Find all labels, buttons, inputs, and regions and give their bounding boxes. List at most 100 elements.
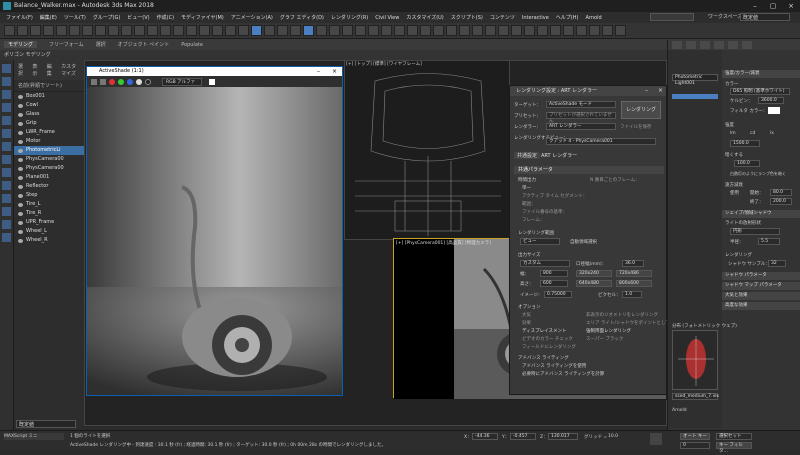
scene-tab-display[interactable]: 表示 xyxy=(32,63,38,77)
shadow-map-section[interactable]: シャドウ マップ パラメータ xyxy=(722,282,800,290)
scene-item[interactable]: Reflector xyxy=(14,182,84,191)
visibility-eye-icon[interactable] xyxy=(18,202,23,207)
visibility-eye-icon[interactable] xyxy=(18,130,23,135)
scene-item[interactable]: Glass xyxy=(14,110,84,119)
toolbar-tool-icon[interactable] xyxy=(589,25,600,36)
kelvin-field[interactable]: 3600.0 xyxy=(758,97,784,104)
intensity-field[interactable]: 1500.0 xyxy=(730,140,760,147)
left-tool-icon[interactable] xyxy=(2,220,11,229)
menu-item-0[interactable]: ファイル(F) xyxy=(6,14,33,21)
command-panel-tab-icon[interactable] xyxy=(672,41,682,49)
layer-select[interactable]: 既定値 xyxy=(16,420,76,428)
target-select[interactable]: ActiveShade モード xyxy=(546,101,616,108)
menu-item-16[interactable]: Arnold xyxy=(585,15,601,21)
ribbon-tab-selection[interactable]: 選択 xyxy=(96,41,106,48)
left-tool-icon[interactable] xyxy=(2,129,11,138)
render-dialog-close[interactable]: × xyxy=(658,86,663,96)
left-tool-icon[interactable] xyxy=(2,155,11,164)
menu-item-4[interactable]: ビュー(V) xyxy=(127,14,149,21)
left-tool-icon[interactable] xyxy=(2,207,11,216)
preset-640x480[interactable]: 640x480 xyxy=(576,280,612,287)
render-option-checkbox[interactable]: ビデオのカラー チェック xyxy=(522,336,573,342)
render-dialog-minimize[interactable]: – xyxy=(645,86,648,96)
scene-item[interactable]: LWR_Frame xyxy=(14,128,84,137)
scene-tab-customize[interactable]: カスタマイズ xyxy=(61,63,80,77)
active-segment-radio[interactable]: アクティブ タイム セグメント： xyxy=(522,193,587,199)
range-radio[interactable]: 範囲： xyxy=(522,201,536,207)
far-atten-use-checkbox[interactable]: 使用 xyxy=(730,190,739,196)
key-filters-button[interactable]: キー フィルタ… xyxy=(716,442,752,454)
scene-item[interactable]: Box001 xyxy=(14,92,84,101)
menu-item-7[interactable]: アニメーション(A) xyxy=(231,14,273,21)
toolbar-tool-icon[interactable] xyxy=(576,25,587,36)
shadow-sample-field[interactable]: 32 xyxy=(768,260,786,267)
left-tool-icon[interactable] xyxy=(2,116,11,125)
toolbar-tool-icon[interactable] xyxy=(498,25,509,36)
scene-item[interactable]: PhotometricLi xyxy=(14,146,84,155)
ribbon-tab-populate[interactable]: Populate xyxy=(181,42,203,48)
selection-set-select[interactable]: 選択セット xyxy=(716,433,752,440)
toolbar-tool-icon[interactable] xyxy=(173,25,184,36)
visibility-eye-icon[interactable] xyxy=(18,229,23,234)
toolbar-tool-icon[interactable] xyxy=(485,25,496,36)
visibility-eye-icon[interactable] xyxy=(18,238,23,243)
channel-select[interactable]: RGB アルファ xyxy=(162,77,202,86)
ribbon-tab-modeling[interactable]: モデリング xyxy=(4,41,38,48)
toolbar-tool-icon[interactable] xyxy=(381,25,392,36)
width-field[interactable]: 800 xyxy=(540,270,568,277)
left-tool-icon[interactable] xyxy=(2,181,11,190)
visibility-eye-icon[interactable] xyxy=(18,121,23,126)
scene-item[interactable]: PhysCamera00 xyxy=(14,164,84,173)
lm-radio[interactable]: lm xyxy=(730,131,736,136)
renderer-select[interactable]: ART レンダラー xyxy=(546,123,616,130)
left-tool-icon[interactable] xyxy=(2,64,11,73)
visibility-eye-icon[interactable] xyxy=(18,103,23,108)
toolbar-tool-icon[interactable] xyxy=(342,25,353,36)
command-panel-tab-icon[interactable] xyxy=(742,41,752,49)
toolbar-tool-icon[interactable] xyxy=(56,25,67,36)
shape-shadow-section[interactable]: シェイプ/領域シャドウ xyxy=(722,210,800,218)
toolbar-tool-icon[interactable] xyxy=(394,25,405,36)
lx-radio[interactable]: lx xyxy=(770,131,774,136)
render-area-select[interactable]: ビュー xyxy=(520,238,560,245)
common-params-section[interactable]: 共通パラメータ xyxy=(514,166,664,174)
save-image-icon[interactable] xyxy=(91,78,97,85)
toolbar-tool-icon[interactable] xyxy=(446,25,457,36)
tab-common[interactable]: 共通設定 xyxy=(514,152,541,159)
render-option-checkbox[interactable]: 非表示のジオメトリをレンダリング xyxy=(586,312,658,318)
visibility-eye-icon[interactable] xyxy=(18,139,23,144)
maxscript-listener[interactable]: MAXScript ミニ xyxy=(4,433,64,440)
visibility-eye-icon[interactable] xyxy=(18,148,23,153)
far-start-field[interactable]: 80.0 xyxy=(770,189,792,196)
toolbar-tool-icon[interactable] xyxy=(147,25,158,36)
minimize-button[interactable]: – xyxy=(746,0,764,12)
scene-item[interactable]: Cowl xyxy=(14,101,84,110)
activeshade-minimize[interactable]: – xyxy=(317,67,320,76)
render-option-checkbox[interactable]: ディスプレイスメント xyxy=(522,328,567,334)
toolbar-tool-icon[interactable] xyxy=(290,25,301,36)
filter-color-swatch[interactable] xyxy=(768,107,780,114)
scene-item[interactable]: Plane001 xyxy=(14,173,84,182)
menu-item-8[interactable]: グラフ エディタ(D) xyxy=(280,14,324,21)
toolbar-tool-icon[interactable] xyxy=(95,25,106,36)
scene-item[interactable]: Motor xyxy=(14,137,84,146)
scene-item[interactable]: PhysCamera00 xyxy=(14,155,84,164)
scene-list-header[interactable]: 名前(昇順でソート) xyxy=(14,80,84,92)
color-swatch[interactable] xyxy=(209,78,215,85)
toolbar-tool-icon[interactable] xyxy=(43,25,54,36)
visibility-eye-icon[interactable] xyxy=(18,157,23,162)
toolbar-tool-icon[interactable] xyxy=(563,25,574,36)
preset-select[interactable]: プリセットが選択されていません xyxy=(546,112,616,124)
color-preset-select[interactable]: D65 照明 (基準ホワイト) xyxy=(730,88,790,95)
render-option-checkbox[interactable]: フィールドにレンダリング xyxy=(522,344,576,350)
left-tool-icon[interactable] xyxy=(2,77,11,86)
toolbar-tool-icon[interactable] xyxy=(4,25,15,36)
tab-art-renderer[interactable]: ART レンダラー xyxy=(538,152,580,159)
menu-item-11[interactable]: カスタマイズ(U) xyxy=(406,14,443,21)
toolbar-tool-icon[interactable] xyxy=(524,25,535,36)
emit-shape-select[interactable]: 円形 xyxy=(730,228,780,235)
toolbar-tool-icon[interactable] xyxy=(108,25,119,36)
toolbar-tool-icon[interactable] xyxy=(615,25,626,36)
workspace-select[interactable]: 既定値 xyxy=(740,13,790,21)
toolbar-tool-icon[interactable] xyxy=(30,25,41,36)
